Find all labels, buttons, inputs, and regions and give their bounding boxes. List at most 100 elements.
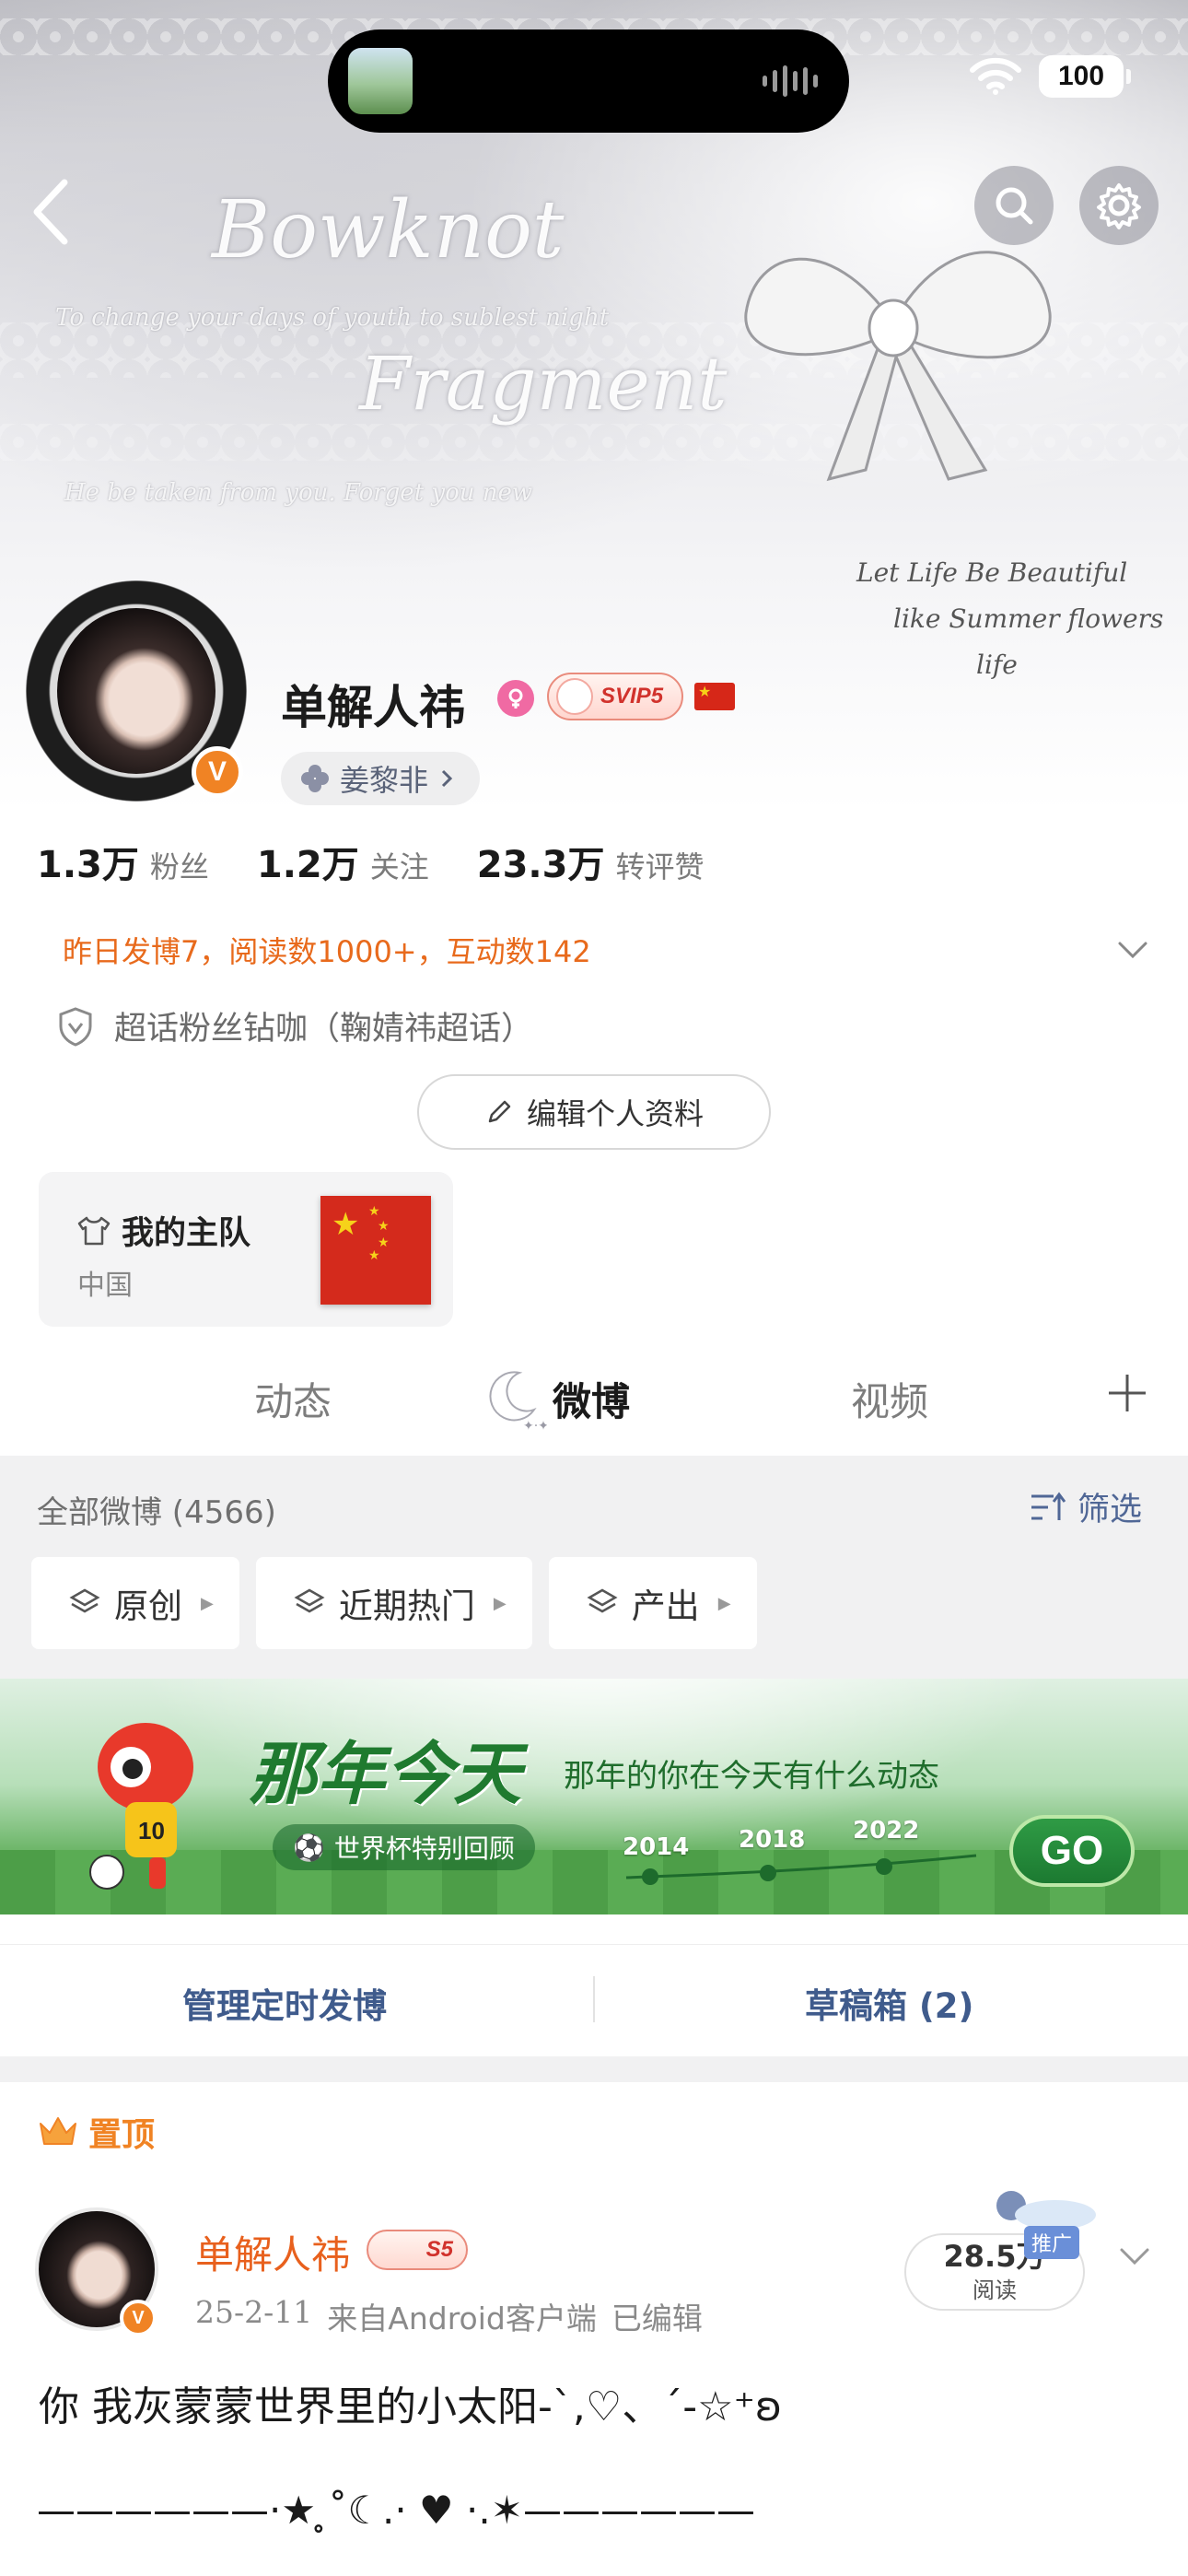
svip-label: SVIP5 bbox=[600, 684, 664, 708]
caret-right-icon: ▶ bbox=[201, 1593, 214, 1613]
bow-illustration bbox=[744, 251, 1052, 482]
timeline-year: 2022 bbox=[853, 1817, 920, 1844]
filter-label: 筛选 bbox=[1077, 1492, 1143, 1528]
edit-profile-label: 编辑个人资料 bbox=[526, 1096, 704, 1131]
chip-original[interactable]: 原创 ▶ bbox=[31, 1557, 239, 1649]
tab-dynamic[interactable]: 动态 bbox=[254, 1371, 332, 1427]
profile-username: 单解人祎 bbox=[281, 681, 465, 734]
chip-output[interactable]: 产出 ▶ bbox=[548, 1557, 757, 1649]
chevron-right-icon bbox=[441, 769, 453, 788]
reads-illustration bbox=[996, 2191, 1096, 2230]
promote-tag[interactable]: 推广 bbox=[1024, 2226, 1080, 2259]
post-edited: 已编辑 bbox=[611, 2301, 703, 2336]
my-team-card[interactable]: 我的主队 中国 ★ ★ ★ ★ ★ bbox=[39, 1172, 453, 1327]
battery-indicator: 100 bbox=[1039, 55, 1131, 98]
soccer-ball-icon: ⚽ bbox=[293, 1832, 325, 1863]
stat-number: 23.3万 bbox=[476, 844, 605, 886]
filter-button[interactable]: 筛选 bbox=[1030, 1483, 1142, 1530]
divider bbox=[593, 1976, 595, 2022]
layers-icon bbox=[587, 1588, 618, 1613]
post-author-name[interactable]: 单解人祎 bbox=[195, 2224, 350, 2280]
chip-label: 原创 bbox=[114, 1587, 182, 1626]
layers-icon bbox=[69, 1588, 100, 1613]
svip-badge[interactable]: SVIP5 bbox=[547, 673, 683, 720]
china-flag-icon: ★ ★ ★ ★ ★ bbox=[320, 1196, 431, 1305]
profile-stats: 1.3万 粉丝 1.2万 关注 23.3万 转评赞 bbox=[37, 835, 751, 888]
stat-number: 1.3万 bbox=[37, 844, 139, 886]
chevron-down-icon[interactable] bbox=[1114, 931, 1151, 967]
go-button[interactable]: GO bbox=[1009, 1815, 1135, 1887]
shield-icon bbox=[59, 1006, 92, 1047]
weibo-filter-panel: 全部微博 (4566) 筛选 原创 ▶ 近期热门 ▶ 产出 ▶ bbox=[0, 1456, 1188, 1679]
yesterday-activity-summary[interactable]: 昨日发博7，阅读数1000+，互动数142 bbox=[63, 929, 591, 971]
settings-button[interactable] bbox=[1079, 166, 1159, 245]
filter-chips: 原创 ▶ 近期热门 ▶ 产出 ▶ bbox=[31, 1557, 757, 1649]
audio-waveform-icon bbox=[763, 64, 818, 98]
superchat-label: 超话粉丝钻咖（鞠婧祎超话） bbox=[114, 1011, 534, 1048]
svip-cat-icon bbox=[556, 678, 593, 715]
status-icons: 100 bbox=[969, 55, 1131, 98]
team-shirt-icon bbox=[77, 1216, 111, 1245]
scheduled-posts-button[interactable]: 管理定时发博 bbox=[182, 1978, 387, 2028]
back-button[interactable] bbox=[28, 175, 83, 249]
dynamic-island[interactable] bbox=[328, 29, 849, 133]
clover-icon bbox=[301, 765, 329, 792]
female-gender-icon bbox=[497, 680, 534, 717]
banner-script-line: To change your days of youth to sublest … bbox=[55, 304, 610, 332]
chevron-left-icon bbox=[33, 179, 68, 245]
search-button[interactable] bbox=[974, 166, 1054, 245]
promo-title: 那年今天 bbox=[249, 1735, 521, 1814]
interactions-stat[interactable]: 23.3万 转评赞 bbox=[477, 835, 705, 888]
caret-right-icon: ▶ bbox=[717, 1593, 731, 1613]
wifi-icon bbox=[970, 57, 1021, 95]
banner-script-line: Let Life Be Beautiful bbox=[856, 557, 1128, 588]
tab-video[interactable]: 视频 bbox=[851, 1371, 928, 1427]
world-cup-review-pill: ⚽ 世界杯特别回顾 bbox=[273, 1824, 535, 1870]
edit-profile-button[interactable]: 编辑个人资料 bbox=[417, 1074, 771, 1150]
china-flag-icon bbox=[694, 683, 735, 710]
drafts-button[interactable]: 草稿箱 (2) bbox=[805, 1978, 973, 2028]
timeline-year: 2014 bbox=[623, 1833, 690, 1861]
chip-label: 产出 bbox=[631, 1587, 700, 1626]
banner-script-title: Fragment bbox=[359, 341, 728, 427]
post-date: 25-2-11 bbox=[195, 2294, 313, 2330]
pencil-icon bbox=[488, 1100, 511, 1123]
profile-avatar[interactable]: V bbox=[26, 580, 247, 802]
chip-recent-hot[interactable]: 近期热门 ▶ bbox=[255, 1557, 532, 1649]
banner-script-title: Bowknot bbox=[212, 184, 565, 276]
post-decorative-divider: ——————·★ ̥˚☾.· ♥ ·.✶—————— bbox=[37, 2488, 755, 2533]
avatar bbox=[57, 608, 215, 774]
team-country: 中国 bbox=[77, 1270, 133, 1302]
tab-weibo[interactable]: 微博 bbox=[553, 1371, 630, 1427]
stat-number: 1.2万 bbox=[256, 844, 359, 886]
fan-group-tag[interactable]: 姜黎非 bbox=[281, 752, 481, 805]
mascot-jersey-number: 10 bbox=[138, 1817, 165, 1844]
stat-label: 转评赞 bbox=[615, 849, 705, 884]
add-tab-icon[interactable] bbox=[1103, 1369, 1151, 1417]
on-this-day-banner[interactable]: 10 那年今天 那年的你在今天有什么动态 ⚽ 世界杯特别回顾 2014 2018… bbox=[0, 1679, 1188, 1914]
crown-icon bbox=[40, 2117, 76, 2145]
verified-badge-icon: V bbox=[192, 746, 243, 798]
post-body-text: 你 我灰蒙蒙世界里的小太阳-`,♡、´-☆⁺ʚ bbox=[39, 2383, 783, 2430]
section-separator bbox=[0, 2056, 1188, 2082]
gear-icon bbox=[1097, 183, 1141, 229]
chevron-down-icon[interactable] bbox=[1116, 2237, 1153, 2274]
profile-tabs: 动态 ✦·✦ 微博 视频 bbox=[0, 1354, 1188, 1450]
superchat-fan-rank[interactable]: 超话粉丝钻咖（鞠婧祎超话） bbox=[57, 1002, 533, 1049]
following-stat[interactable]: 1.2万 关注 bbox=[257, 835, 429, 888]
fan-tag-label: 姜黎非 bbox=[340, 763, 429, 798]
stat-label: 关注 bbox=[369, 849, 429, 884]
banner-script-line: like Summer flowers bbox=[893, 603, 1164, 634]
post-source: 来自Android客户端 bbox=[327, 2301, 597, 2336]
pinned-label: 置顶 bbox=[37, 2108, 155, 2156]
stat-label: 粉丝 bbox=[149, 849, 209, 884]
filter-icon bbox=[1031, 1492, 1066, 1520]
level-badge: S5 bbox=[367, 2230, 468, 2270]
now-playing-artwork bbox=[348, 48, 413, 114]
reads-label: 阅读 bbox=[973, 2277, 1017, 2303]
moon-decoration-icon: ✦·✦ bbox=[489, 1371, 547, 1432]
team-title: 我的主队 bbox=[76, 1207, 250, 1254]
banner-script-line: life bbox=[976, 650, 1018, 680]
followers-stat[interactable]: 1.3万 粉丝 bbox=[37, 835, 209, 888]
manage-posts-bar: 管理定时发博 草稿箱 (2) bbox=[0, 1944, 1188, 2055]
